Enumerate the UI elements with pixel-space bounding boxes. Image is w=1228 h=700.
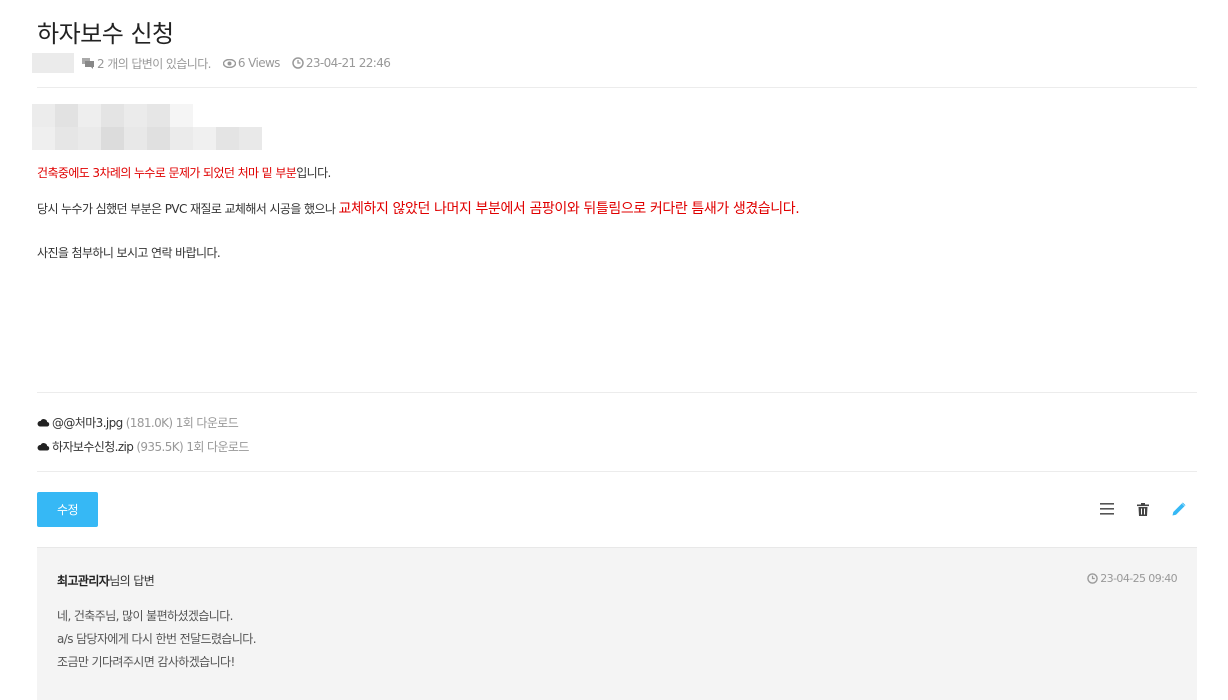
post-content: 건축중에도 3차례의 누수로 문제가 되었던 처마 밑 부분입니다. 당시 누수… bbox=[37, 164, 800, 262]
clock-icon bbox=[292, 57, 304, 69]
answer-body: 네, 건축주님, 많이 불편하셨겠습니다. a/s 담당자에게 다시 한번 전달… bbox=[57, 605, 257, 674]
answer-datetime: 23-04-25 09:40 bbox=[1087, 572, 1178, 585]
eye-icon bbox=[222, 58, 236, 68]
divider bbox=[37, 471, 1197, 472]
content-line-1: 건축중에도 3차례의 누수로 문제가 되었던 처마 밑 부분입니다. bbox=[37, 166, 331, 180]
content-line-2: 당시 누수가 심했던 부분은 PVC 재질로 교체해서 시공을 했으나 교체하지… bbox=[37, 201, 800, 217]
comments-icon bbox=[82, 57, 94, 69]
divider bbox=[37, 392, 1197, 393]
answer-count-text: 2 개의 답변이 있습니다. bbox=[97, 56, 211, 71]
list-button[interactable] bbox=[1089, 498, 1125, 520]
view-count-text: 6 Views bbox=[237, 56, 281, 70]
cloud-download-icon bbox=[37, 443, 50, 451]
trash-icon bbox=[1137, 502, 1149, 516]
answer-line: 네, 건축주님, 많이 불편하셨겠습니다. bbox=[57, 609, 233, 623]
attachment-list: @@처마3.jpg (181.0K) 1회 다운로드 하자보수신청.zip (9… bbox=[37, 410, 249, 458]
delete-button[interactable] bbox=[1125, 498, 1161, 520]
post-toolbar bbox=[1089, 498, 1197, 520]
post-datetime-text: 23-04-21 22:46 bbox=[305, 56, 391, 70]
blurred-content bbox=[32, 104, 262, 150]
attachment-item[interactable]: @@처마3.jpg (181.0K) 1회 다운로드 bbox=[37, 410, 249, 434]
page-title: 하자보수 신청 bbox=[37, 20, 174, 48]
attachment-name[interactable]: 하자보수신청.zip bbox=[52, 438, 134, 455]
content-line-3: 사진을 첨부하니 보시고 연락 바랍니다. bbox=[37, 246, 221, 260]
post-datetime: 23-04-21 22:46 bbox=[292, 56, 391, 70]
clock-icon bbox=[1087, 573, 1099, 584]
view-count: 6 Views bbox=[222, 56, 281, 70]
divider bbox=[37, 87, 1197, 88]
answer-count: 2 개의 답변이 있습니다. bbox=[82, 55, 211, 72]
attachment-name[interactable]: @@처마3.jpg bbox=[52, 414, 123, 431]
attachment-info: (181.0K) 1회 다운로드 bbox=[125, 415, 239, 430]
answer-panel: 최고관리자님의 답변 23-04-25 09:40 네, 건축주님, 많이 불편… bbox=[37, 547, 1197, 700]
edit-button[interactable]: 수정 bbox=[37, 492, 98, 527]
pencil-icon bbox=[1172, 502, 1186, 516]
attachment-info: (935.5K) 1회 다운로드 bbox=[136, 439, 249, 454]
answer-line: a/s 담당자에게 다시 한번 전달드렸습니다. bbox=[57, 632, 257, 646]
list-icon bbox=[1100, 503, 1114, 515]
cloud-download-icon bbox=[37, 419, 50, 427]
attachment-item[interactable]: 하자보수신청.zip (935.5K) 1회 다운로드 bbox=[37, 434, 249, 458]
answer-author: 최고관리자님의 답변 bbox=[57, 574, 155, 588]
write-button[interactable] bbox=[1161, 498, 1197, 520]
author-avatar-blurred bbox=[32, 53, 74, 73]
post-meta: 2 개의 답변이 있습니다. 6 Views 23-04-21 22:46 bbox=[32, 52, 402, 74]
answer-line: 조금만 기다려주시면 감사하겠습니다! bbox=[57, 655, 235, 669]
